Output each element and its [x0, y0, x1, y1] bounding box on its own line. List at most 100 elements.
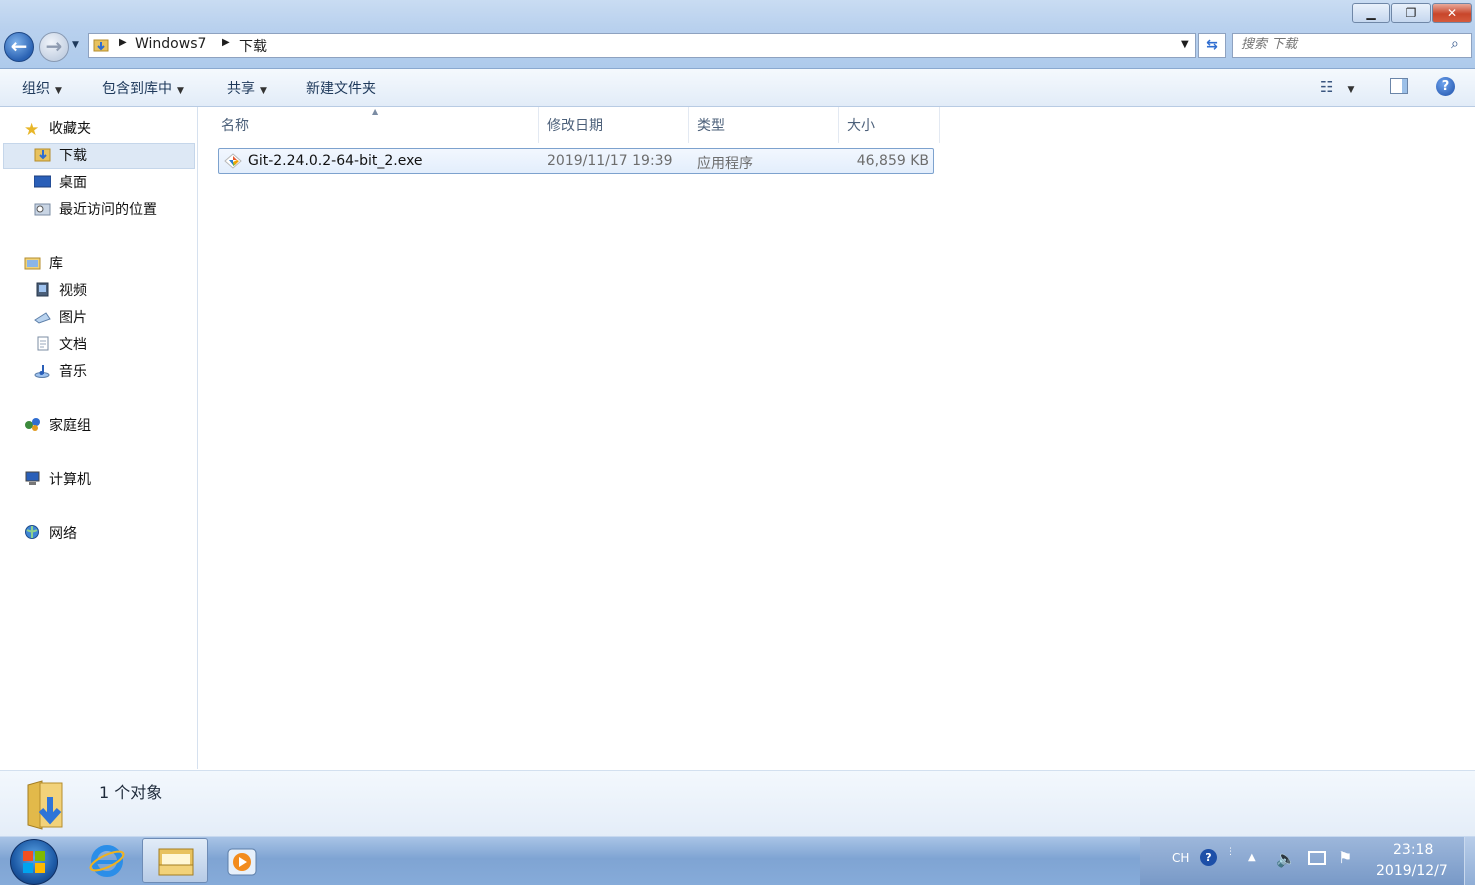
command-bar: 组织 ▼ 包含到库中 ▼ 共享 ▼ 新建文件夹 ☷ ▼ ?	[0, 69, 1475, 107]
search-input[interactable]	[1239, 36, 1443, 53]
back-arrow-icon: ←	[10, 34, 28, 58]
column-divider[interactable]	[939, 107, 940, 143]
git-installer-icon	[224, 153, 242, 169]
downloads-icon	[34, 146, 51, 162]
search-box[interactable]: ⌕	[1232, 33, 1472, 58]
title-bar: ▁ ❐ ✕ ← → ▼ ▶ Windows7 ▶ 下载 ▼ ⇆ ⌕	[0, 0, 1475, 69]
details-pane: 1 个对象	[0, 770, 1475, 837]
sidebar-item-label: 图片	[59, 310, 87, 326]
help-icon[interactable]: ?	[1436, 77, 1455, 96]
address-bar[interactable]: ▶ Windows7 ▶ 下载 ▼	[88, 33, 1196, 58]
taskbar: CH ? ⋮ ▲ 🔈 ⚑ 23:18 2019/12/7	[0, 836, 1475, 885]
sidebar-item-label: 计算机	[49, 472, 91, 488]
share-label: 共享	[227, 81, 255, 97]
change-view-button[interactable]: ☷ ▼	[1320, 78, 1354, 96]
sidebar-item-videos[interactable]: 视频	[34, 279, 87, 303]
new-folder-button[interactable]: 新建文件夹	[306, 78, 376, 98]
file-type: 应用程序	[697, 156, 753, 172]
clock-date[interactable]: 2019/12/7	[1376, 863, 1448, 879]
preview-pane-icon[interactable]	[1390, 78, 1408, 94]
show-hidden-icons-icon[interactable]: ▲	[1248, 852, 1256, 863]
recent-pages-dropdown-icon[interactable]: ▼	[72, 40, 79, 50]
sidebar-item-label: 下载	[59, 148, 87, 164]
sidebar-item-libraries[interactable]: 库	[24, 252, 63, 276]
downloads-folder-large-icon	[24, 777, 74, 833]
file-list-view: ▲ 名称 修改日期 类型 大小 Git-2.24.0.2-64-bit_2.ex…	[198, 107, 1475, 769]
sidebar-item-label: 库	[49, 256, 63, 272]
sidebar-item-label: 音乐	[59, 364, 87, 380]
sort-ascending-icon: ▲	[372, 107, 379, 116]
sidebar-item-label: 文档	[59, 337, 87, 353]
sidebar-item-label: 桌面	[59, 175, 87, 191]
sidebar-item-favorites[interactable]: ★ 收藏夹	[24, 117, 91, 141]
recent-places-icon	[34, 200, 51, 216]
close-button[interactable]: ✕	[1432, 3, 1472, 23]
sidebar-item-label: 最近访问的位置	[59, 202, 157, 218]
taskbar-media-player[interactable]	[214, 839, 268, 883]
table-row[interactable]: Git-2.24.0.2-64-bit_2.exe 2019/11/17 19:…	[218, 148, 934, 174]
sidebar-item-label: 网络	[49, 526, 77, 542]
column-header-type[interactable]: 类型	[697, 115, 725, 135]
column-header-name[interactable]: 名称	[221, 115, 249, 135]
share-menu[interactable]: 共享 ▼	[227, 78, 267, 98]
file-modified-date: 2019/11/17 19:39	[547, 153, 673, 169]
computer-icon	[24, 470, 41, 485]
organize-menu[interactable]: 组织 ▼	[22, 78, 62, 98]
refresh-button[interactable]: ⇆	[1198, 33, 1226, 58]
refresh-icon: ⇆	[1206, 37, 1218, 53]
help-icon[interactable]: ?	[1200, 849, 1217, 866]
file-size: 46,859 KB	[856, 153, 929, 169]
chevron-down-icon: ▼	[1347, 85, 1355, 95]
address-history-dropdown-icon[interactable]: ▼	[1181, 39, 1189, 50]
breadcrumb-windows7[interactable]: Windows7	[135, 36, 206, 52]
folder-icon	[158, 848, 194, 876]
sidebar-item-documents[interactable]: 文档	[34, 333, 87, 357]
file-name[interactable]: Git-2.24.0.2-64-bit_2.exe	[248, 153, 423, 169]
internet-explorer-icon	[89, 845, 125, 877]
volume-icon[interactable]: 🔈	[1276, 849, 1296, 868]
ime-options-icon[interactable]: ⋮	[1226, 847, 1235, 857]
sidebar-item-pictures[interactable]: 图片	[34, 306, 87, 330]
music-icon	[34, 362, 51, 378]
chevron-down-icon: ▼	[177, 86, 184, 96]
downloads-folder-icon	[93, 37, 109, 53]
column-divider[interactable]	[838, 107, 839, 143]
taskbar-windows-explorer[interactable]	[142, 838, 208, 883]
breadcrumb-separator-icon[interactable]: ▶	[119, 37, 127, 48]
windows-logo-icon	[23, 851, 45, 873]
forward-arrow-icon: →	[45, 34, 63, 58]
sidebar-item-downloads[interactable]: 下载	[34, 144, 87, 168]
search-icon[interactable]: ⌕	[1451, 36, 1459, 52]
sidebar-item-network[interactable]: 网络	[24, 522, 77, 546]
column-divider[interactable]	[688, 107, 689, 143]
show-desktop-button[interactable]	[1464, 837, 1475, 885]
start-button[interactable]	[10, 839, 58, 885]
sidebar-item-desktop[interactable]: 桌面	[33, 171, 87, 195]
sidebar-item-label: 收藏夹	[49, 121, 91, 137]
column-divider[interactable]	[538, 107, 539, 143]
sidebar-item-homegroup[interactable]: 家庭组	[24, 414, 91, 438]
sidebar-item-music[interactable]: 音乐	[34, 360, 87, 384]
breadcrumb-separator-icon[interactable]: ▶	[222, 37, 230, 48]
sidebar-item-computer[interactable]: 计算机	[24, 468, 91, 492]
column-header-modified[interactable]: 修改日期	[547, 115, 603, 135]
network-status-icon[interactable]	[1308, 851, 1326, 865]
star-icon: ★	[24, 120, 40, 140]
organize-label: 组织	[22, 81, 50, 97]
sidebar-item-label: 家庭组	[49, 418, 91, 434]
forward-button[interactable]: →	[39, 32, 69, 62]
item-count: 1 个对象	[99, 783, 163, 802]
action-center-flag-icon[interactable]: ⚑	[1338, 848, 1352, 867]
language-indicator[interactable]: CH	[1172, 851, 1189, 865]
breadcrumb-downloads[interactable]: 下载	[239, 36, 267, 56]
navigation-pane: ★ 收藏夹 下载 桌面 最近访问的位置 库 视频 图片 文档 音乐 家庭组 计算机…	[0, 107, 198, 769]
back-button[interactable]: ←	[4, 32, 34, 62]
sidebar-item-recent-places[interactable]: 最近访问的位置	[34, 198, 157, 222]
taskbar-internet-explorer[interactable]	[78, 839, 136, 883]
minimize-button[interactable]: ▁	[1352, 3, 1390, 23]
column-header-size[interactable]: 大小	[847, 115, 875, 135]
include-in-library-menu[interactable]: 包含到库中 ▼	[102, 78, 184, 98]
new-folder-label: 新建文件夹	[306, 81, 376, 97]
clock-time[interactable]: 23:18	[1393, 842, 1433, 858]
maximize-button[interactable]: ❐	[1391, 3, 1431, 23]
